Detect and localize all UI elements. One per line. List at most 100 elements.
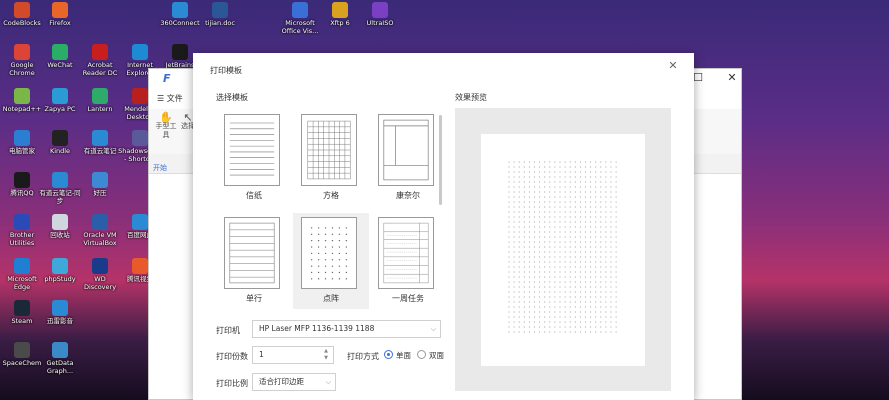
desktop-icon-label: 360Connect <box>160 19 200 27</box>
desktop-icon[interactable]: Microsoft Office Vis... <box>278 2 322 35</box>
desktop-icon[interactable]: WeChat <box>38 44 82 69</box>
template-name: 信纸 <box>246 191 262 200</box>
hand-icon: ✋ <box>159 111 173 124</box>
file-menu[interactable]: ☰ 文件 <box>157 93 183 104</box>
radio-single-sided[interactable] <box>384 350 393 359</box>
desktop-icon[interactable]: 回收站 <box>38 214 82 239</box>
app-icon <box>92 130 108 146</box>
app-icon <box>52 172 68 188</box>
desktop-icon[interactable]: 有道云笔记 <box>78 130 122 155</box>
chevron-down-icon: ⌵ <box>325 378 331 386</box>
app-icon <box>14 130 30 146</box>
desktop-icon-label: 好压 <box>93 189 107 197</box>
stepper-arrows-icon[interactable]: ▲ ▼ <box>322 348 330 362</box>
app-icon <box>92 258 108 274</box>
app-icon <box>132 130 148 146</box>
app-icon <box>52 44 68 60</box>
app-icon <box>52 300 68 316</box>
app-icon <box>14 342 30 358</box>
template-dots[interactable]: 点阵 <box>293 213 369 309</box>
desktop-icon[interactable]: Oracle VM VirtualBox <box>78 214 122 247</box>
copies-stepper[interactable]: 1 ▲ ▼ <box>252 346 334 364</box>
desktop-icon-label: Notepad++ <box>2 105 42 113</box>
desktop-icon[interactable]: 迅雷影音 <box>38 300 82 325</box>
desktop-icon[interactable]: Acrobat Reader DC <box>78 44 122 77</box>
template-scrollbar[interactable] <box>439 115 442 205</box>
app-icon <box>92 214 108 230</box>
template-weekly[interactable]: 一周任务 <box>370 213 446 309</box>
lined-paper-thumbnail <box>224 114 280 186</box>
desktop-icon-label: 迅雷影音 <box>47 317 73 325</box>
radio-single-sided-label: 单面 <box>396 351 411 360</box>
desktop-icon[interactable]: Lantern <box>78 88 122 113</box>
app-icon <box>92 44 108 60</box>
dialog-title: 打印模板 <box>210 66 242 75</box>
desktop-icon-label: Google Chrome <box>9 61 35 77</box>
hand-tool-button[interactable]: ✋ 手型工具 <box>155 111 177 140</box>
weekly-task-thumbnail <box>378 217 434 289</box>
app-icon <box>92 88 108 104</box>
close-icon[interactable]: ✕ <box>667 60 679 72</box>
desktop-icon-label: UltraISO <box>366 19 394 27</box>
cornell-paper-thumbnail <box>378 114 434 186</box>
desktop-icon[interactable]: Firefox <box>38 2 82 27</box>
desktop-icon[interactable]: phpStudy <box>38 258 82 283</box>
desktop-icon-label: WD Discovery <box>83 275 117 291</box>
template-grid[interactable]: 方格 <box>293 110 369 206</box>
desktop-icon[interactable]: Zapya PC <box>38 88 82 113</box>
app-icon <box>332 2 348 18</box>
desktop-icon-label: Zapya PC <box>44 105 76 113</box>
desktop-icon-label: Brother Utilities <box>9 231 35 247</box>
desktop-icon-label: 腾讯QQ <box>10 189 34 197</box>
print-mode-label: 打印方式 <box>347 352 379 361</box>
desktop-icon-label: 回收站 <box>50 231 70 239</box>
desktop-icon[interactable]: WD Discovery <box>78 258 122 291</box>
tab-start[interactable]: 开始 <box>153 163 167 173</box>
desktop-icon[interactable]: tijian.doc <box>198 2 242 27</box>
desktop-icon-label: 电脑管家 <box>9 147 35 155</box>
app-icon <box>14 300 30 316</box>
desktop-icon-label: WeChat <box>47 61 73 69</box>
desktop-icon-label: Kindle <box>49 147 71 155</box>
app-icon <box>14 172 30 188</box>
close-icon[interactable]: ✕ <box>723 69 741 87</box>
desktop-icon[interactable]: Kindle <box>38 130 82 155</box>
template-cornell[interactable]: 康奈尔 <box>370 110 446 206</box>
template-name: 点阵 <box>323 294 339 303</box>
app-icon <box>92 172 108 188</box>
copies-value: 1 <box>259 350 264 359</box>
printer-label: 打印机 <box>216 326 240 335</box>
radio-double-sided[interactable] <box>417 350 426 359</box>
template-name: 一周任务 <box>392 294 424 303</box>
desktop-icon-label: Firefox <box>49 19 71 27</box>
app-icon <box>172 2 188 18</box>
desktop-icon[interactable]: 好压 <box>78 172 122 197</box>
app-icon <box>292 2 308 18</box>
desktop-icon[interactable]: Xftp 6 <box>318 2 362 27</box>
print-scale-select[interactable]: 适合打印边距 ⌵ <box>252 373 336 391</box>
app-icon <box>132 44 148 60</box>
menu-icon: ☰ <box>157 94 167 103</box>
single-line-thumbnail <box>224 217 280 289</box>
desktop-icon[interactable]: UltraISO <box>358 2 402 27</box>
radio-double-sided-label: 双面 <box>429 351 444 360</box>
printer-select[interactable]: HP Laser MFP 1136-1139 1188 ⌵ <box>252 320 441 338</box>
chevron-down-icon: ⌵ <box>430 325 436 333</box>
desktop-icon-label: SpaceChem <box>2 359 42 367</box>
template-name: 单行 <box>246 294 262 303</box>
desktop-icon[interactable]: 有道云笔记-同步 <box>38 172 82 205</box>
print-template-dialog: 打印模板 ✕ 选择模板 效果预览 信纸 方格 康奈尔 单行 点阵 一周任务 打印… <box>193 53 694 400</box>
app-icon <box>52 258 68 274</box>
desktop-icon[interactable]: 360Connect <box>158 2 202 27</box>
desktop-icon[interactable]: GetData Graph... <box>38 342 82 375</box>
template-single-line[interactable]: 单行 <box>216 213 292 309</box>
app-icon <box>14 214 30 230</box>
app-icon <box>14 88 30 104</box>
app-icon <box>172 44 188 60</box>
desktop-icon-label: Oracle VM VirtualBox <box>83 231 117 247</box>
desktop-icon-label: phpStudy <box>44 275 76 283</box>
template-lines[interactable]: 信纸 <box>216 110 292 206</box>
copies-label: 打印份数 <box>216 352 248 361</box>
app-icon <box>52 342 68 358</box>
printer-value: HP Laser MFP 1136-1139 1188 <box>259 324 375 333</box>
